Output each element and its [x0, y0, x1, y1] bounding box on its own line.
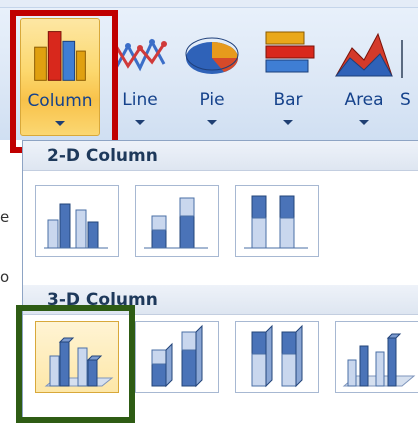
percent-stacked-column-icon: [244, 195, 308, 249]
3d-percent-stacked-column-thumb[interactable]: [235, 321, 319, 393]
pie-chart-button[interactable]: Pie: [172, 18, 252, 136]
3d-clustered-highlight-box: [16, 305, 135, 423]
3d-stacked-column-thumb[interactable]: [135, 321, 219, 393]
area-chart-icon: [334, 32, 393, 77]
clustered-column-thumb[interactable]: [35, 185, 119, 257]
bar-chart-button[interactable]: Bar: [248, 18, 328, 136]
scatter-chart-icon: [401, 40, 403, 78]
3d-column-icon: [342, 333, 416, 387]
chevron-down-icon: [135, 120, 145, 125]
pie-chart-icon: [185, 37, 239, 74]
stacked-column-thumb[interactable]: [135, 185, 219, 257]
edge-text-fragment: e: [0, 208, 10, 226]
chevron-down-icon: [359, 120, 369, 125]
pie-button-label: Pie: [199, 90, 225, 110]
column-highlight-box: [10, 10, 118, 153]
3d-percent-stacked-column-icon: [251, 324, 303, 388]
stacked-column-icon: [144, 197, 208, 249]
ribbon-top-strip: [0, 0, 418, 8]
clustered-column-icon: [44, 203, 108, 249]
percent-stacked-column-thumb[interactable]: [235, 185, 319, 257]
area-chart-button[interactable]: Area: [324, 18, 404, 136]
area-button-label: Area: [344, 90, 384, 110]
scatter-button-label: S: [400, 90, 411, 110]
edge-text-fragment: o: [0, 268, 10, 286]
section-2d-column-header: 2-D Column: [23, 141, 418, 171]
bar-button-label: Bar: [273, 90, 303, 110]
scatter-chart-button[interactable]: S: [396, 18, 418, 136]
chevron-down-icon: [207, 120, 217, 125]
3d-column-thumb[interactable]: [335, 321, 418, 393]
3d-stacked-column-icon: [151, 324, 203, 388]
chevron-down-icon: [283, 120, 293, 125]
bar-chart-icon: [265, 31, 315, 73]
